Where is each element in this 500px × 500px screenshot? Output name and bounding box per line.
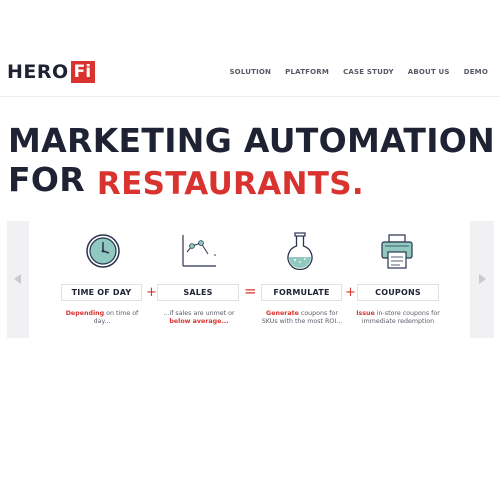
nav-item-demo[interactable]: DEMO <box>464 68 488 76</box>
desc-emphasis: Depending <box>65 310 105 317</box>
plus-operator: + <box>345 285 356 300</box>
step-box-time-of-day: TIME OF DAY <box>61 284 142 301</box>
desc-emphasis: below average... <box>169 318 229 325</box>
step-box-coupons: COUPONS <box>357 284 439 301</box>
desc-emphasis: Issue <box>356 310 375 317</box>
line-chart-icon <box>182 235 216 267</box>
clock-icon <box>86 234 120 268</box>
carousel-next-button[interactable] <box>470 221 494 338</box>
herofi-logo[interactable]: HERO Fi <box>7 61 96 83</box>
chevron-right-icon <box>479 274 486 284</box>
main-nav: SOLUTION PLATFORM CASE STUDY ABOUT US DE… <box>215 68 488 76</box>
carousel-prev-button[interactable] <box>7 221 29 338</box>
hero-title-prefix: FOR <box>8 160 85 199</box>
nav-item-platform[interactable]: PLATFORM <box>285 68 329 76</box>
step-box-sales: SALES <box>157 284 239 301</box>
logo-badge: Fi <box>70 61 96 83</box>
nav-item-solution[interactable]: SOLUTION <box>229 68 271 76</box>
desc-emphasis: Generate <box>266 310 299 317</box>
hero-title-line1: MARKETING AUTOMATION <box>8 121 496 160</box>
nav-item-about-us[interactable]: ABOUT US <box>408 68 450 76</box>
site-header: HERO Fi SOLUTION PLATFORM CASE STUDY ABO… <box>0 0 500 97</box>
step-desc-coupons: Issue in-store coupons for immediate red… <box>354 310 442 326</box>
step-box-formulate: FORMULATE <box>261 284 342 301</box>
chevron-left-icon <box>14 274 21 284</box>
equals-operator: = <box>244 282 257 300</box>
plus-operator: + <box>146 285 157 300</box>
step-desc-time-of-day: Depending on time of day... <box>61 310 143 326</box>
hero-title-accent: RESTAURANTS. <box>96 166 364 202</box>
desc-text: ...if sales are unmet or <box>163 310 235 317</box>
flask-icon <box>287 232 313 270</box>
printer-icon <box>381 234 413 269</box>
logo-text: HERO <box>7 61 69 83</box>
nav-item-case-study[interactable]: CASE STUDY <box>343 68 394 76</box>
hero-title-line2: FOR RESTAURANTS. <box>8 160 364 207</box>
step-desc-sales: ...if sales are unmet or below average..… <box>157 310 241 326</box>
step-desc-formulate: Generate coupons for SKUs with the most … <box>258 310 346 326</box>
